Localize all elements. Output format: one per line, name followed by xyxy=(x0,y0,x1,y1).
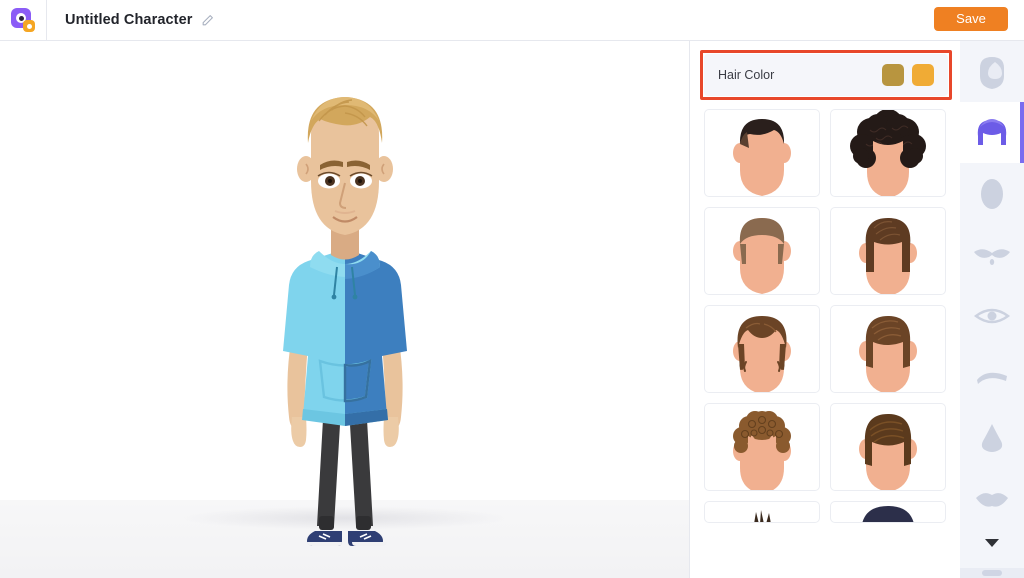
app-logo[interactable] xyxy=(0,0,47,41)
save-button[interactable]: Save xyxy=(934,7,1008,31)
app-header: Untitled Character Save xyxy=(0,0,1024,41)
hairstyle-thumbnail-6[interactable] xyxy=(830,305,946,393)
category-rail xyxy=(960,41,1024,578)
document-title-group: Untitled Character xyxy=(65,12,214,28)
hairstyle-thumbnail-10[interactable] xyxy=(830,501,946,523)
character-avatar[interactable] xyxy=(195,61,495,561)
rail-item-hair[interactable] xyxy=(960,102,1024,163)
hairstyle-thumbnail-1[interactable] xyxy=(704,109,820,197)
page-title: Untitled Character xyxy=(65,12,193,28)
hairstyle-thumbnail-7[interactable] xyxy=(704,403,820,491)
app-logo-icon xyxy=(11,8,35,32)
nose-icon xyxy=(979,422,1005,454)
hair-color-swatch-1[interactable] xyxy=(882,64,904,86)
rail-scrollbar[interactable] xyxy=(960,568,1024,578)
hairstyle-thumbnail-4[interactable] xyxy=(830,207,946,295)
head-icon xyxy=(978,177,1006,211)
hairstyle-thumbnail-5[interactable] xyxy=(704,305,820,393)
rail-item-face-shape[interactable] xyxy=(960,41,1024,102)
options-panel: Hair Color xyxy=(690,41,960,578)
rail-item-eyebrows[interactable] xyxy=(960,346,1024,407)
eye-icon xyxy=(974,305,1010,327)
rail-item-eyes[interactable] xyxy=(960,285,1024,346)
hairstyle-thumbnail-9[interactable] xyxy=(704,501,820,523)
rail-item-mustache[interactable] xyxy=(960,224,1024,285)
character-preview-stage[interactable] xyxy=(0,41,690,578)
mustache-icon xyxy=(972,244,1012,266)
hairstyle-thumbnail-grid xyxy=(690,100,960,578)
hair-color-annotation-highlight: Hair Color xyxy=(700,50,952,100)
hairstyle-thumbnail-8[interactable] xyxy=(830,403,946,491)
app-body: Hair Color xyxy=(0,41,1024,578)
eyebrow-icon xyxy=(975,369,1009,385)
hair-icon xyxy=(975,118,1009,148)
hair-color-label: Hair Color xyxy=(718,68,775,82)
chevron-down-icon xyxy=(983,536,1001,554)
hair-color-swatch-2[interactable] xyxy=(912,64,934,86)
hair-color-swatches xyxy=(882,64,934,86)
character-creator-app: Untitled Character Save Hair Color xyxy=(0,0,1024,578)
mouth-icon xyxy=(974,489,1010,509)
hairstyle-thumbnail-2[interactable] xyxy=(830,109,946,197)
rail-item-nose[interactable] xyxy=(960,407,1024,468)
rail-scroll-down-button[interactable] xyxy=(960,529,1024,561)
pencil-icon[interactable] xyxy=(201,14,214,27)
face-shape-icon xyxy=(977,55,1007,89)
hairstyle-thumbnail-3[interactable] xyxy=(704,207,820,295)
rail-item-mouth[interactable] xyxy=(960,468,1024,529)
hair-color-section: Hair Color xyxy=(704,54,948,96)
rail-item-head[interactable] xyxy=(960,163,1024,224)
